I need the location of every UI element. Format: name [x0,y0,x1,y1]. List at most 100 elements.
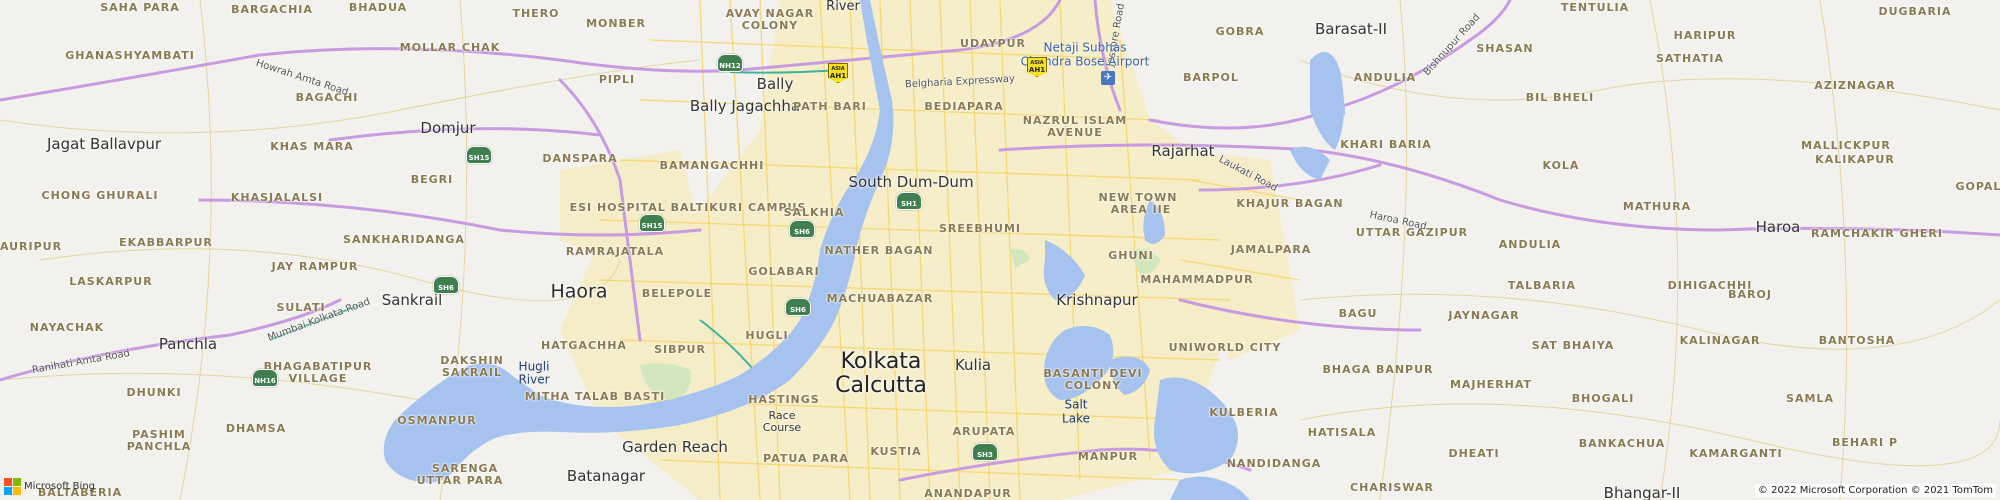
town-label: Bally Jagachha [689,96,801,115]
lake-label: Salt [1064,397,1088,412]
town-label: Barasat-II [1315,19,1387,38]
place-label: KHAJUR BAGAN [1236,196,1344,210]
place-label: COLONY [741,18,799,32]
place-label: KOLA [1542,158,1580,172]
town-label: Krishnapur [1056,290,1138,309]
airport-label: Netaji Subhas [1043,40,1127,55]
place-label: BHAGA BANPUR [1322,362,1434,376]
place-label: GHUNI [1108,248,1154,262]
highway-shield: SH15 [466,146,492,164]
place-label: SAKRAIL [441,365,503,379]
town-label: Jagat Ballavpur [46,134,162,153]
place-label: PIPLI [598,72,636,86]
place-label: ESI HOSPITAL BALTIKURI CAMPUS [569,200,807,214]
place-label: AVENUE [1047,125,1103,139]
bing-logo[interactable]: Microsoft Bing [4,478,95,495]
place-label: NANDIDANGA [1226,456,1322,470]
town-label: Batanagar [566,466,646,485]
place-label: BIL BHELI [1525,90,1595,104]
place-label: KALINAGAR [1679,333,1761,347]
town-label: Kulia [954,355,992,374]
map-canvas[interactable]: SAHA PARA BARGACHIA BHADUA THERO MONBER … [0,0,2000,500]
place-label: BELEPOLE [641,286,713,300]
city-label: Calcutta [835,372,927,398]
place-label: KAMARGANTI [1689,446,1783,460]
place-label: BAGU [1338,306,1378,320]
place-label: BAROJ [1728,287,1772,301]
asian-highway-shield-label: AH1 [1028,65,1046,74]
microsoft-logo-icon [4,478,21,495]
place-label: ARUPATA [952,424,1016,438]
river-label: River [518,372,550,387]
place-label: PATH BARI [793,99,867,113]
town-label: Garden Reach [622,437,728,456]
place-label: SAT BHAIYA [1531,338,1615,352]
highway-shield: SH1 [896,192,922,210]
place-label: AREA IIE [1110,202,1172,216]
town-label: Bally [756,74,794,93]
place-label: LASKARPUR [69,274,153,288]
place-label: KUSTIA [870,444,922,458]
place-label: HASTINGS [748,392,820,406]
place-label: UTTAR PARA [416,473,504,487]
place-label: AZIZNAGAR [1814,78,1896,92]
place-label: BAGACHI [295,90,359,104]
place-label: SATHATIA [1655,51,1725,65]
place-label: VILLAGE [288,371,348,385]
place-label: CHONG GHURALI [41,188,159,202]
town-label: Rajarhat [1151,141,1215,160]
place-label: NAYACHAK [29,320,105,334]
place-label: JAYNAGAR [1448,308,1520,322]
highway-shield: NH12 [717,54,743,72]
place-label: GAURIPUR [0,239,63,253]
place-label: MATHURA [1622,199,1692,213]
place-label: UDAYPUR [960,36,1026,50]
place-label: GOBRA [1215,24,1265,38]
place-label: RAMCHAKIR GHERI [1811,226,1943,240]
town-label: Domjur [420,118,476,137]
place-label: TENTULIA [1560,0,1630,14]
copyright-notice[interactable]: © 2022 Microsoft Corporation © 2021 TomT… [1754,484,1996,497]
place-label: TALBARIA [1507,278,1577,292]
place-label: DHAMSA [225,421,287,435]
place-label: RAMRAJATALA [565,244,665,258]
place-label: JAY RAMPUR [271,259,359,273]
place-label: SALKHIA [783,205,845,219]
place-label: DHUNKI [126,385,182,399]
place-label: KHASJALALSI [230,190,324,204]
place-label: SAHA PARA [100,0,180,14]
lake-label: Lake [1062,411,1090,426]
river-label: River [826,0,860,14]
place-label: MOLLAR CHAK [399,40,501,54]
place-label: BAMANGACHHI [659,158,765,172]
place-label: HARIPUR [1673,28,1737,42]
place-label: KULBERIA [1209,405,1279,419]
city-label: Kolkata [840,348,922,374]
highway-shield: SH6 [785,298,811,316]
place-label: MITHA TALAB BASTI [524,389,666,403]
town-label: Bhangar-II [1603,483,1681,500]
place-label: NATHER BAGAN [824,243,934,257]
place-label: KHARI BARIA [1340,137,1432,151]
bing-logo-text: Microsoft Bing [24,480,96,492]
place-label: ANANDAPUR [924,486,1012,500]
place-label: KHAS MARA [270,139,354,153]
place-label: DUGBARIA [1878,4,1952,18]
airplane-icon[interactable]: ✈ [1101,71,1115,85]
place-label: EKABBARPUR [119,235,213,249]
place-label: SANKHARIDANGA [343,232,465,246]
town-label: Sankrail [381,290,443,309]
place-label: SREEBHUMI [939,221,1021,235]
place-label: HUGLI [745,328,789,342]
place-label: SHASAN [1476,41,1534,55]
place-label: BARGACHIA [231,2,313,16]
place-label: HATGACHHA [541,338,627,352]
place-label: MONBER [586,16,646,30]
place-label: PANCHLA [126,439,192,453]
highway-shield: NH16 [252,369,278,387]
place-label: COLONY [1064,378,1122,392]
highway-shield: SH6 [789,220,815,238]
place-label: BHOGALI [1571,391,1635,405]
place-label: Course [762,420,802,434]
highway-shield: SH15 [639,214,665,232]
